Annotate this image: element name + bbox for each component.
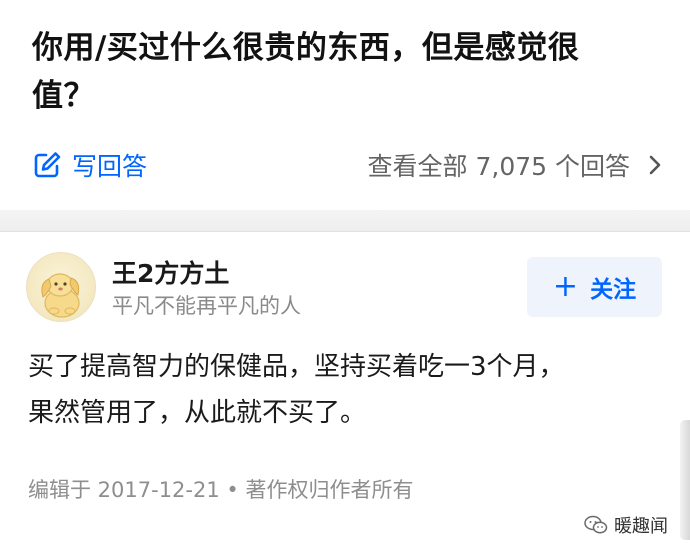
wechat-icon: [584, 515, 608, 534]
chevron-right-icon: [649, 155, 661, 175]
author-name[interactable]: 王2方方土: [112, 254, 229, 290]
answer-meta: 编辑于 2017-12-21 • 著作权归作者所有: [28, 478, 414, 502]
question-header: 你用/买过什么很贵的东西，但是感觉很 值？: [32, 24, 662, 120]
follow-button[interactable]: + 关注: [527, 257, 662, 317]
view-all-answers-link[interactable]: 查看全部 7,075 个回答: [368, 147, 662, 183]
answer-body-line2: 果然管用了，从此就不买了。: [28, 398, 367, 428]
edit-pencil-icon: [34, 152, 61, 178]
follow-label: 关注: [590, 277, 637, 303]
question-title-line1[interactable]: 你用/买过什么很贵的东西，但是感觉很: [32, 24, 662, 72]
watermark: 暖趣闻: [584, 512, 668, 538]
cartoon-dog-avatar-icon: [41, 273, 80, 318]
author-bio: 平凡不能再平凡的人: [112, 294, 301, 318]
answer-card: 王2方方土 平凡不能再平凡的人 + 关注 买了提高智力的保健品，坚持买着吃一3个…: [0, 232, 690, 558]
question-actions: 写回答 查看全部 7,075 个回答: [32, 140, 662, 190]
answer-content[interactable]: 买了提高智力的保健品，坚持买着吃一3个月， 果然管用了，从此就不买了。: [28, 344, 668, 436]
avatar[interactable]: [26, 252, 96, 322]
scrollbar[interactable]: [680, 420, 690, 540]
question-title-line2[interactable]: 值？: [32, 72, 662, 120]
view-all-label: 查看全部 7,075 个回答: [367, 152, 630, 181]
plus-icon: +: [552, 269, 579, 304]
answer-body-line1: 买了提高智力的保健品，坚持买着吃一3个月，: [28, 352, 565, 382]
write-answer-label: 写回答: [72, 152, 148, 181]
section-divider: [0, 210, 690, 232]
write-answer-button[interactable]: 写回答: [32, 147, 147, 183]
watermark-text: 暖趣闻: [614, 516, 668, 537]
